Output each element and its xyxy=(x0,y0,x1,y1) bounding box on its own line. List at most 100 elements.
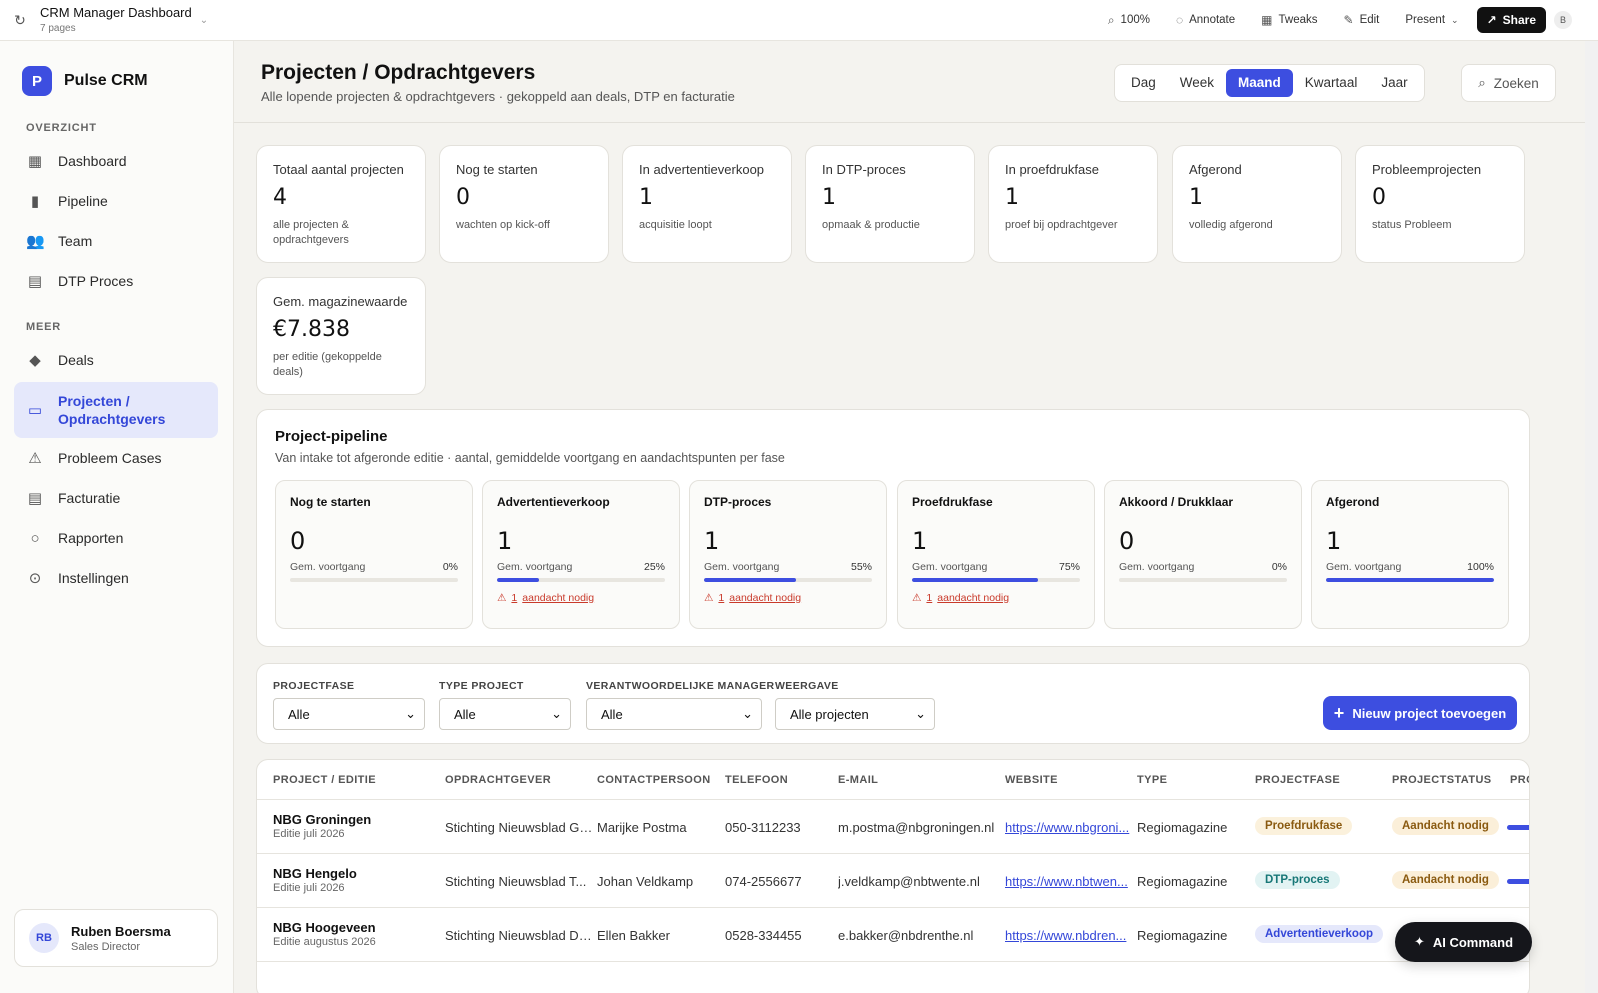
period-week[interactable]: Week xyxy=(1168,69,1226,97)
sidebar-item-label: Rapporten xyxy=(58,530,124,546)
brand[interactable]: P Pulse CRM xyxy=(22,66,148,96)
sidebar-item-label: Instellingen xyxy=(58,570,129,586)
tweaks-button[interactable]: ▦ Tweaks xyxy=(1261,13,1317,27)
annotate-button[interactable]: ◌ Annotate xyxy=(1176,13,1235,27)
page-header: Projecten / Opdrachtgevers Alle lopende … xyxy=(234,41,1585,123)
column-header[interactable]: PROJECTFASE xyxy=(1255,760,1340,800)
sliders-icon: ▦ xyxy=(1261,13,1273,27)
filter-projectfase: PROJECTFASE Alle ⌄ xyxy=(273,680,425,730)
period-maand[interactable]: Maand xyxy=(1226,69,1293,97)
table-row[interactable]: NBG Hengelo Editie juli 2026 Stichting Nie… xyxy=(257,854,1529,908)
select-value: Alle projecten xyxy=(790,706,869,722)
column-header[interactable]: E-MAIL xyxy=(838,760,878,800)
user-name: Ruben Boersma xyxy=(71,923,171,939)
table-row[interactable]: NBG Groningen Editie juli 2026 Stichting N… xyxy=(257,800,1529,854)
avatar[interactable]: B xyxy=(1554,11,1572,29)
kpi-card: In proefdrukfase 1 proef bij opdrachtgev… xyxy=(988,145,1158,263)
website-link[interactable]: https://www.nbdren... xyxy=(1005,928,1131,943)
ai-command-button[interactable]: ✦ AI Command xyxy=(1395,922,1532,962)
contact-cell: Ellen Bakker xyxy=(597,928,670,943)
opdrachtgever-cell: Stichting Nieuwsblad Dr... xyxy=(445,928,593,943)
website-link[interactable]: https://www.nbgroni... xyxy=(1005,820,1131,835)
column-header[interactable]: TYPE xyxy=(1137,760,1167,800)
column-header[interactable]: CONTACTPERSOON xyxy=(597,760,711,800)
present-button[interactable]: Present ⌄ xyxy=(1405,14,1458,26)
chevron-down-icon[interactable]: ⌄ xyxy=(200,15,208,26)
document-title[interactable]: CRM Manager Dashboard 7 pages xyxy=(40,6,192,34)
pipeline-stage-card[interactable]: DTP-proces 1 Gem. voortgang 55% ⚠ 1 aandacht n… xyxy=(689,480,887,629)
period-dag[interactable]: Dag xyxy=(1119,69,1168,97)
edit-button[interactable]: ✎ Edit xyxy=(1344,13,1380,27)
progress-fill xyxy=(912,578,1038,582)
sidebar-item-projecten[interactable]: ▭ Projecten / Opdrachtgevers xyxy=(14,382,218,438)
progress-label: Gem. voortgang xyxy=(1119,561,1195,573)
kpi-label: Probleemprojecten xyxy=(1372,162,1482,177)
edit-label: Edit xyxy=(1359,14,1380,26)
share-label: Share xyxy=(1502,13,1536,27)
sidebar-item-pipeline[interactable]: ▮ Pipeline xyxy=(14,182,218,220)
manager-select[interactable]: Alle ⌄ xyxy=(586,698,762,730)
period-kwartaal[interactable]: Kwartaal xyxy=(1293,69,1370,97)
progress-label: Gem. voortgang xyxy=(704,561,780,573)
search-button[interactable]: ⌕ Zoeken xyxy=(1461,64,1556,102)
pipeline-stage-card[interactable]: Afgerond 1 Gem. voortgang 100% xyxy=(1311,480,1509,629)
attention-warning[interactable]: ⚠ 1 aandacht nodig xyxy=(497,592,665,604)
sidebar-item-dashboard[interactable]: ▦ Dashboard xyxy=(14,142,218,180)
column-header[interactable]: TELEFOON xyxy=(725,760,788,800)
zoom-button[interactable]: ⌕ 100% xyxy=(1108,13,1150,28)
website-link[interactable]: https://www.nbtwen... xyxy=(1005,874,1131,889)
type-project-select[interactable]: Alle ⌄ xyxy=(439,698,571,730)
email-cell: j.veldkamp@nbtwente.nl xyxy=(838,874,980,889)
sidebar-item-team[interactable]: 👥 Team xyxy=(14,222,218,260)
column-header[interactable]: PRO xyxy=(1510,760,1529,800)
chevron-down-icon: ⌄ xyxy=(742,706,753,721)
kpi-sub: per editie (gekoppelde deals) xyxy=(273,351,382,378)
sidebar-item-instellingen[interactable]: ⊙ Instellingen xyxy=(14,559,218,597)
pipeline-stage-card[interactable]: Akkoord / Drukklaar 0 Gem. voortgang 0% xyxy=(1104,480,1302,629)
attention-warning[interactable]: ⚠ 1 aandacht nodig xyxy=(912,592,1080,604)
column-header[interactable]: OPDRACHTGEVER xyxy=(445,760,551,800)
kpi-label: In proefdrukfase xyxy=(1005,162,1099,177)
column-header[interactable]: PROJECTSTATUS xyxy=(1392,760,1492,800)
share-button[interactable]: ↗ Share xyxy=(1476,7,1546,33)
period-jaar[interactable]: Jaar xyxy=(1369,69,1419,97)
warning-count: 1 xyxy=(926,592,933,604)
table-row[interactable]: NBG Hoogeveen Editie augustus 2026 Stichti… xyxy=(257,908,1529,962)
type-cell: Regiomagazine xyxy=(1137,874,1228,889)
progress-percent: 55% xyxy=(850,561,872,573)
user-card[interactable]: RB Ruben Boersma Sales Director xyxy=(14,909,218,967)
select-value: Alle xyxy=(601,706,623,722)
sidebar-item-label: Team xyxy=(58,233,93,249)
sidebar-item-facturatie[interactable]: ▤ Facturatie xyxy=(14,479,218,517)
reload-icon[interactable]: ↻ xyxy=(0,12,40,29)
document-page-count: 7 pages xyxy=(40,22,76,34)
warning-label: aandacht nodig xyxy=(937,592,1010,604)
pipeline-stage-card[interactable]: Advertentieverkoop 1 Gem. voortgang 25% ⚠ 1 aa… xyxy=(482,480,680,629)
kpi-card: Afgerond 1 volledig afgerond xyxy=(1172,145,1342,263)
sidebar-item-rapporten[interactable]: ○ Rapporten xyxy=(14,519,218,557)
progress-fill xyxy=(497,578,539,582)
progress-percent: 0% xyxy=(1271,561,1287,573)
attention-warning[interactable]: ⚠ 1 aandacht nodig xyxy=(704,592,872,604)
progress-bar xyxy=(912,578,1080,582)
sidebar-item-deals[interactable]: ◆ Deals xyxy=(14,341,218,379)
add-project-button[interactable]: + Nieuw project toevoegen xyxy=(1323,696,1517,730)
sidebar-item-label: Dashboard xyxy=(58,153,127,169)
type-cell: Regiomagazine xyxy=(1137,820,1228,835)
sidebar-item-label: Projecten / Opdrachtgevers xyxy=(58,392,166,427)
progress-fill xyxy=(704,578,797,582)
zoom-level: 100% xyxy=(1120,14,1150,26)
sidebar-item-probleem-cases[interactable]: ⚠ Probleem Cases xyxy=(14,439,218,477)
pipeline-stage-card[interactable]: Proefdrukfase 1 Gem. voortgang 75% ⚠ 1 aandach… xyxy=(897,480,1095,629)
projectfase-select[interactable]: Alle ⌄ xyxy=(273,698,425,730)
sidebar-item-dtp-proces[interactable]: ▤ DTP Proces xyxy=(14,262,218,300)
pipeline-stage-card[interactable]: Nog te starten 0 Gem. voortgang 0% xyxy=(275,480,473,629)
stage-count: 1 xyxy=(497,527,513,555)
kpi-value: 0 xyxy=(456,185,470,210)
column-header[interactable]: PROJECT / EDITIE xyxy=(273,760,376,800)
scrollbar[interactable] xyxy=(1585,41,1598,993)
progress-percent: 0% xyxy=(442,561,458,573)
column-header[interactable]: WEBSITE xyxy=(1005,760,1058,800)
user-role: Sales Director xyxy=(71,940,141,953)
weergave-select[interactable]: Alle projecten ⌄ xyxy=(775,698,935,730)
